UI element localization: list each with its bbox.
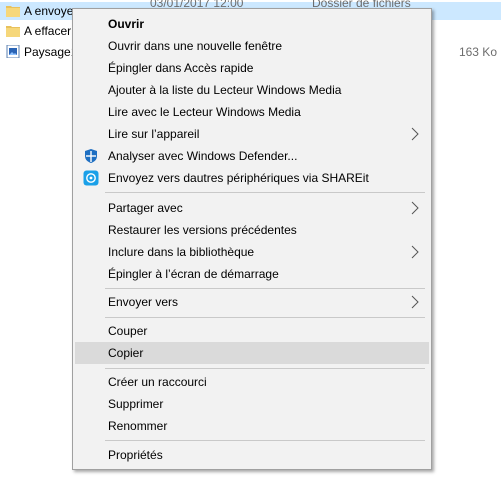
folder-icon	[6, 26, 20, 37]
menu-item-ouvrir[interactable]: Ouvrir	[75, 13, 429, 35]
menu-item-ouvrir-nouvelle-fenetre[interactable]: Ouvrir dans une nouvelle fenêtre	[75, 35, 429, 57]
menu-item-envoyer-vers[interactable]: Envoyer vers	[75, 291, 429, 313]
menu-item-supprimer[interactable]: Supprimer	[75, 393, 429, 415]
menu-item-label: Ouvrir dans une nouvelle fenêtre	[108, 39, 283, 53]
menu-item-epingler-acces-rapide[interactable]: Épingler dans Accès rapide	[75, 57, 429, 79]
image-file-icon	[6, 45, 20, 58]
menu-item-label: Épingler à l’écran de démarrage	[108, 267, 279, 281]
menu-item-inclure-bibliotheque[interactable]: Inclure dans la bibliothèque	[75, 241, 429, 263]
menu-item-ajouter-liste-wmp[interactable]: Ajouter à la liste du Lecteur Windows Me…	[75, 79, 429, 101]
file-size: 163 Ko	[458, 45, 497, 59]
menu-item-label: Inclure dans la bibliothèque	[108, 245, 255, 259]
menu-item-envoyer-shareit[interactable]: Envoyez vers dautres périphériques via S…	[75, 167, 429, 189]
menu-item-lire-avec-wmp[interactable]: Lire avec le Lecteur Windows Media	[75, 101, 429, 123]
windows-defender-shield-icon	[85, 149, 97, 163]
menu-item-label: Ouvrir	[108, 17, 145, 31]
menu-item-label: Renommer	[108, 419, 168, 433]
menu-item-creer-raccourci[interactable]: Créer un raccourci	[75, 371, 429, 393]
menu-item-label: Partager avec	[108, 201, 183, 215]
menu-item-label: Copier	[108, 346, 144, 360]
chevron-right-icon	[411, 201, 419, 215]
menu-item-restaurer-versions[interactable]: Restaurer les versions précédentes	[75, 219, 429, 241]
menu-item-label: Envoyez vers dautres périphériques via S…	[108, 171, 369, 185]
menu-item-label: Épingler dans Accès rapide	[108, 61, 254, 75]
menu-item-label: Couper	[108, 324, 148, 338]
chevron-right-icon	[411, 245, 419, 259]
menu-item-epingler-demarrage[interactable]: Épingler à l’écran de démarrage	[75, 263, 429, 285]
menu-separator	[105, 288, 425, 289]
menu-item-label: Lire sur l’appareil	[108, 127, 200, 141]
menu-item-label: Lire avec le Lecteur Windows Media	[108, 105, 301, 119]
file-name: Paysage1	[24, 45, 78, 59]
menu-separator	[105, 440, 425, 441]
menu-separator	[105, 317, 425, 318]
file-name: A effacer	[24, 24, 72, 38]
menu-separator	[105, 368, 425, 369]
menu-item-label: Restaurer les versions précédentes	[108, 223, 297, 237]
folder-icon	[6, 6, 20, 17]
chevron-right-icon	[411, 127, 419, 141]
menu-item-label: Analyser avec Windows Defender...	[108, 149, 298, 163]
file-name: A envoyer	[24, 4, 78, 18]
menu-item-renommer[interactable]: Renommer	[75, 415, 429, 437]
menu-separator	[105, 192, 425, 193]
menu-item-label: Supprimer	[108, 397, 164, 411]
menu-item-partager-avec[interactable]: Partager avec	[75, 197, 429, 219]
menu-item-label: Ajouter à la liste du Lecteur Windows Me…	[108, 83, 342, 97]
menu-item-couper[interactable]: Couper	[75, 320, 429, 342]
shareit-icon	[83, 170, 99, 186]
menu-item-copier[interactable]: Copier	[75, 342, 429, 364]
menu-item-label: Envoyer vers	[108, 295, 179, 309]
menu-item-lire-sur-appareil[interactable]: Lire sur l’appareil	[75, 123, 429, 145]
chevron-right-icon	[411, 295, 419, 309]
menu-item-label: Créer un raccourci	[108, 375, 207, 389]
menu-item-proprietes[interactable]: Propriétés	[75, 444, 429, 466]
menu-item-label: Propriétés	[108, 448, 163, 462]
context-menu: Ouvrir Ouvrir dans une nouvelle fenêtre …	[72, 8, 432, 470]
menu-item-analyser-defender[interactable]: Analyser avec Windows Defender...	[75, 145, 429, 167]
